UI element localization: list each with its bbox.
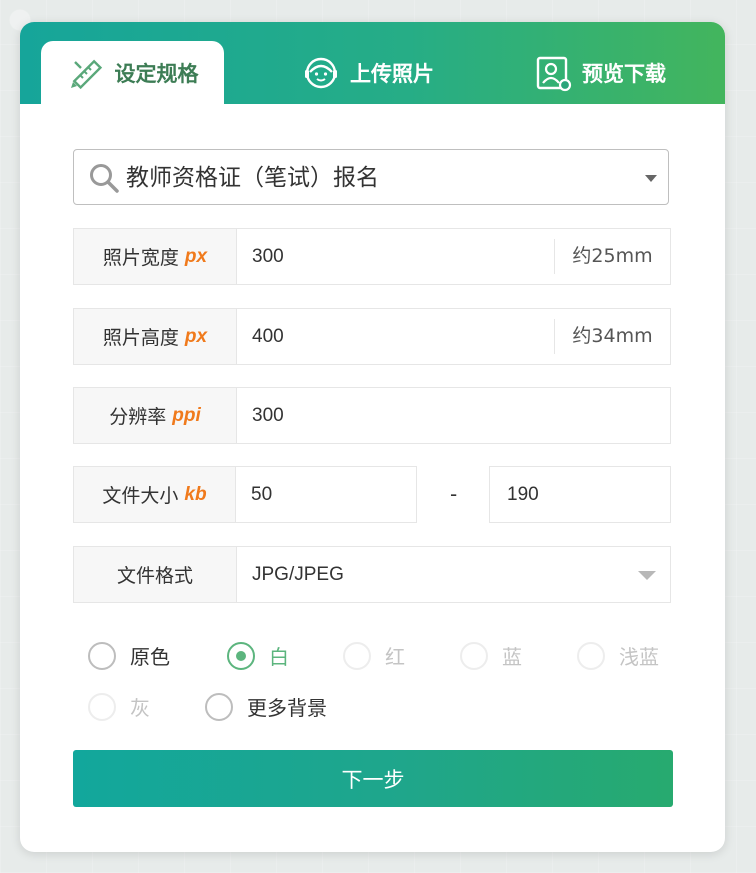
file-format-row[interactable]: 文件格式 JPG/JPEG <box>73 546 671 603</box>
chevron-down-icon <box>638 571 656 580</box>
tab-preview-download-label: 预览下载 <box>582 61 666 86</box>
spec-template-value: 教师资格证（笔试）报名 <box>126 165 379 191</box>
bg-radio-label: 浅蓝 <box>619 645 659 669</box>
photo-width-label-text: 照片宽度 <box>102 247 179 269</box>
radio-circle <box>577 641 605 670</box>
bg-radio-label: 白 <box>269 645 289 669</box>
step-tabs: 设定规格 上传照片 预览下载 <box>20 22 725 104</box>
photo-width-unit: px <box>184 245 208 267</box>
tab-upload-photo[interactable]: 上传照片 <box>288 41 448 104</box>
bg-radio-original[interactable]: 原色 <box>88 641 170 670</box>
photo-height-unit: px <box>184 325 208 347</box>
bg-radio-blue[interactable]: 蓝 <box>460 641 522 670</box>
resolution-label-text: 分辨率 <box>109 406 167 428</box>
radio-circle <box>205 692 233 721</box>
bg-radio-gray[interactable]: 灰 <box>88 692 150 721</box>
photo-height-input[interactable]: 400 <box>252 309 284 364</box>
file-size-min-input[interactable]: 50 <box>251 467 272 522</box>
radio-circle <box>460 641 488 670</box>
file-size-row: 文件大小 kb 50 - 190 <box>73 466 671 524</box>
tab-upload-photo-label: 上传照片 <box>350 61 434 86</box>
tab-preview-download[interactable]: 预览下载 <box>520 41 680 104</box>
photo-width-label: 照片宽度 px <box>74 229 237 284</box>
bg-radio-label: 灰 <box>130 696 150 720</box>
file-format-label: 文件格式 <box>74 547 237 602</box>
photo-spec-card: 设定规格 上传照片 预览下载 教师资格证（笔试）报名 照片宽度 px 300 约… <box>20 22 725 852</box>
bg-radio-label: 红 <box>385 645 405 669</box>
file-size-min-box: 50 <box>236 466 417 523</box>
photo-width-row: 照片宽度 px 300 约25mm <box>73 228 671 285</box>
bg-radio-label: 蓝 <box>502 645 522 669</box>
search-icon <box>88 162 120 194</box>
photo-height-label: 照片高度 px <box>74 309 237 364</box>
tab-set-spec[interactable]: 设定规格 <box>41 41 224 104</box>
resolution-row: 分辨率 ppi 300 <box>73 387 671 444</box>
spec-template-select[interactable]: 教师资格证（笔试）报名 <box>73 149 669 205</box>
radio-circle <box>343 641 371 670</box>
photo-height-mm: 约34mm <box>554 319 670 354</box>
photo-height-row: 照片高度 px 400 约34mm <box>73 308 671 365</box>
file-size-unit: kb <box>184 483 207 505</box>
photo-width-mm: 约25mm <box>554 239 670 274</box>
portrait-download-icon <box>534 54 572 92</box>
resolution-label: 分辨率 ppi <box>74 388 237 443</box>
chevron-down-icon <box>645 175 657 182</box>
bg-radio-label: 原色 <box>130 645 170 669</box>
file-format-label-text: 文件格式 <box>116 565 193 587</box>
bg-radio-light-blue[interactable]: 浅蓝 <box>577 641 659 670</box>
user-face-icon <box>302 54 340 92</box>
bg-radio-red[interactable]: 红 <box>343 641 405 670</box>
file-size-label-text: 文件大小 <box>102 485 179 507</box>
next-step-button[interactable]: 下一步 <box>73 750 673 807</box>
file-size-max-box: 190 <box>489 466 671 523</box>
radio-circle <box>88 641 116 670</box>
file-format-select[interactable]: JPG/JPEG <box>252 547 344 602</box>
bg-radio-more[interactable]: 更多背景 <box>205 692 327 721</box>
file-size-label: 文件大小 kb <box>73 466 236 523</box>
resolution-unit: ppi <box>172 404 201 426</box>
tab-set-spec-label: 设定规格 <box>114 61 199 86</box>
bg-radio-label: 更多背景 <box>247 696 327 720</box>
radio-circle <box>88 692 116 721</box>
ruler-pencil-icon <box>67 54 105 92</box>
radio-circle <box>227 641 255 670</box>
bg-radio-white[interactable]: 白 <box>227 641 289 670</box>
file-size-max-input[interactable]: 190 <box>507 467 539 522</box>
resolution-input[interactable]: 300 <box>252 388 284 443</box>
photo-width-input[interactable]: 300 <box>252 229 284 284</box>
file-size-separator: - <box>450 482 458 506</box>
photo-height-label-text: 照片高度 <box>102 327 179 349</box>
